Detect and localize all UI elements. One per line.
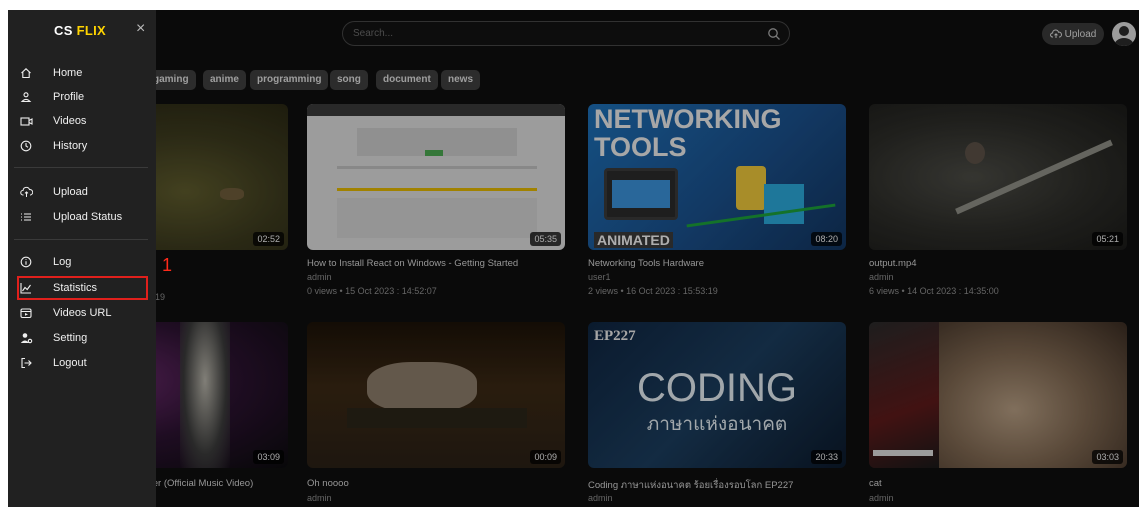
sidebar-item-profile[interactable]: Profile	[17, 86, 147, 108]
sidebar-item-label: Profile	[53, 91, 85, 103]
statistics-highlight-box	[17, 276, 148, 300]
app-window: Search... Upload gaming anime programmin…	[8, 10, 1139, 507]
history-icon	[17, 139, 35, 153]
sidebar-item-setting[interactable]: Setting	[17, 327, 147, 349]
profile-icon	[17, 90, 35, 104]
video-url-icon	[17, 306, 35, 320]
sidebar-item-label: Log	[53, 256, 72, 268]
sidebar-item-label: Videos	[53, 115, 87, 127]
sidebar-item-label: Upload	[53, 186, 88, 198]
list-icon	[17, 210, 35, 224]
sidebar-item-log[interactable]: Log	[17, 251, 147, 273]
sidebar-item-label: Setting	[53, 332, 88, 344]
sidebar-item-videos-url[interactable]: Videos URL	[17, 302, 147, 324]
sidebar-item-label: Logout	[53, 357, 87, 369]
sidebar-item-label: Upload Status	[53, 211, 123, 223]
sidebar-item-upload[interactable]: Upload	[17, 181, 147, 203]
sidebar-item-label: History	[53, 140, 88, 152]
sidebar-divider	[14, 167, 148, 168]
sidebar-item-logout[interactable]: Logout	[17, 352, 147, 374]
brand-prefix: CS	[54, 23, 73, 38]
sidebar-item-home[interactable]: Home	[17, 62, 147, 84]
brand-logo[interactable]: CS FLIX	[54, 23, 106, 38]
sidebar-divider	[14, 239, 148, 240]
sidebar: CS FLIX × Home Profile Videos History Up…	[8, 10, 156, 507]
logout-icon	[17, 356, 35, 370]
sidebar-item-history[interactable]: History	[17, 135, 147, 157]
sidebar-item-upload-status[interactable]: Upload Status	[17, 206, 147, 228]
sidebar-item-videos[interactable]: Videos	[17, 110, 147, 132]
dim-overlay[interactable]	[8, 10, 1139, 507]
info-icon	[17, 255, 35, 269]
close-icon[interactable]: ×	[136, 21, 145, 37]
step-number: 1	[162, 255, 173, 275]
videos-icon	[17, 114, 35, 128]
home-icon	[17, 66, 35, 80]
sidebar-item-label: Home	[53, 67, 83, 79]
upload-icon	[17, 185, 35, 199]
settings-icon	[17, 331, 35, 345]
sidebar-item-label: Videos URL	[53, 307, 112, 319]
brand-accent: FLIX	[76, 23, 106, 38]
